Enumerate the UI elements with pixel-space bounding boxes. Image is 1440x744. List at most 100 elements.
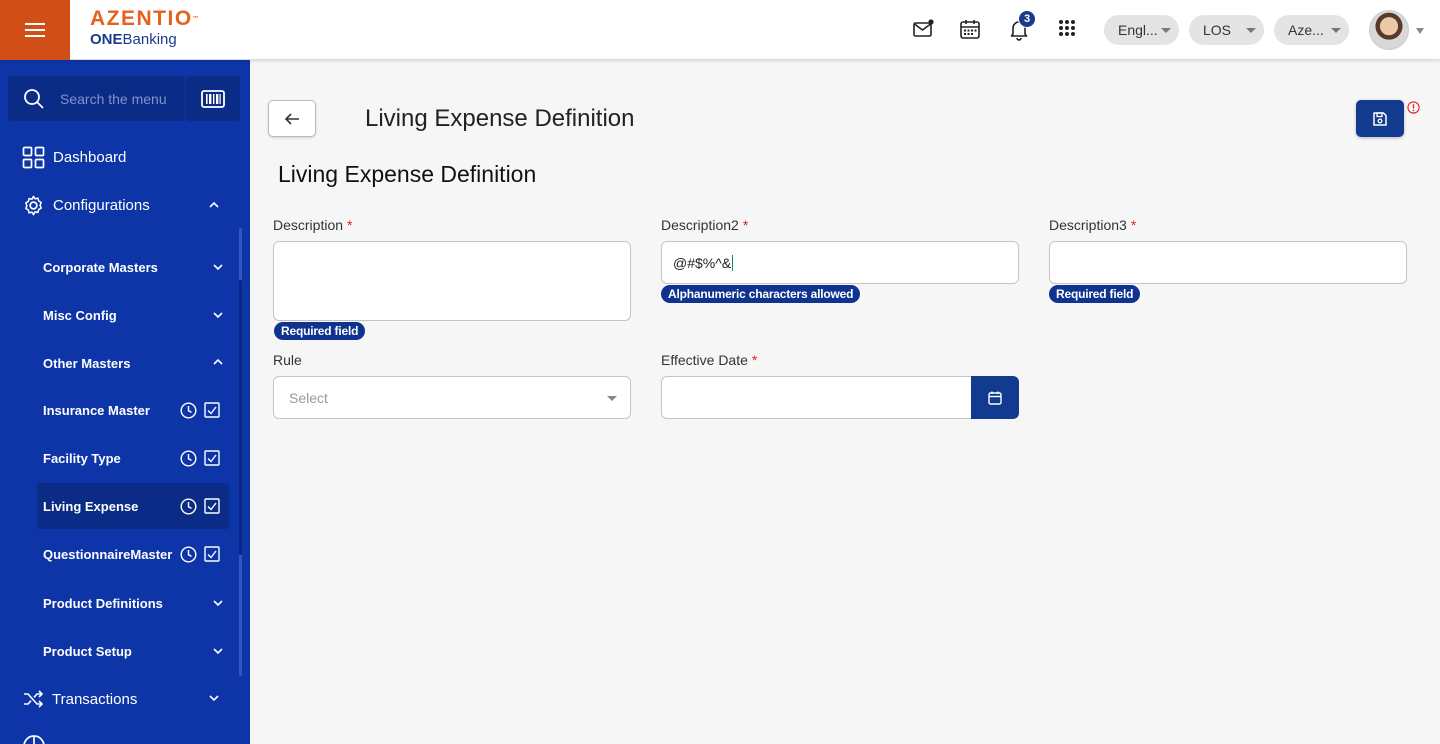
sidebar-item-other-masters[interactable]: Other Masters [43,356,130,371]
language-select[interactable]: Engl... [1104,15,1179,45]
brand-product-rest: Banking [122,31,177,48]
sidebar-item-living-expense[interactable]: Living Expense [43,499,138,514]
search-placeholder: Search the menu [60,90,167,107]
description2-input[interactable]: @#$%^& [661,241,1019,284]
sidebar-item-facility-type[interactable]: Facility Type [43,451,121,466]
description2-value: @#$%^& [673,254,732,271]
rule-label: Rule [273,352,302,368]
arrow-left-icon [284,112,299,125]
description-textarea[interactable] [273,241,631,321]
user-avatar[interactable] [1369,10,1409,50]
facility-type-actions [180,450,220,467]
description3-error-chip: Required field [1049,285,1141,303]
dashboard-icon [22,146,45,168]
floppy-disk-icon [1373,111,1387,126]
sidebar-item-product-setup[interactable]: Product Setup [43,644,132,659]
sidebar-item-dashboard[interactable]: Dashboard [22,144,126,170]
text-cursor [732,254,734,271]
calendar-icon [988,391,1002,405]
rule-placeholder: Select [289,390,328,406]
insurance-master-actions [180,402,220,419]
questionnaire-master-actions [180,546,220,563]
description3-label-text: Description3 [1049,217,1127,233]
checkbox-checked-icon[interactable] [204,546,220,562]
sidebar-item-corporate-masters[interactable]: Corporate Masters [43,260,158,275]
description3-label: Description3 * [1049,217,1136,233]
barcode-scan-button[interactable] [186,76,240,121]
description-error-chip: Required field [274,322,366,340]
notification-count-badge: 3 [1018,10,1036,28]
clock-icon[interactable] [180,402,197,419]
description2-error-chip: Alphanumeric characters allowed [661,285,861,303]
rule-select[interactable]: Select [273,376,631,419]
brand-product-bold: ONE [90,31,123,48]
chevron-up-icon[interactable] [213,357,223,367]
chevron-down-icon [1246,28,1256,33]
chevron-down-icon[interactable] [213,646,223,656]
mail-icon[interactable] [910,16,936,42]
transactions-label: Transactions [52,690,138,708]
module-select[interactable]: LOS [1189,15,1264,45]
brand-tm: ™ [192,16,199,22]
required-asterisk: * [742,217,749,233]
menu-search-input[interactable]: Search the menu [8,76,185,121]
required-asterisk: * [347,217,353,233]
checkbox-checked-icon[interactable] [204,450,220,466]
chevron-down-icon [607,396,617,401]
gear-icon [25,195,42,215]
sidebar: Search the menu Dashboard Configurations… [0,60,250,744]
clock-icon[interactable] [180,546,197,563]
effective-date-label-text: Effective Date [661,352,748,368]
apps-grid-icon[interactable] [1054,16,1080,42]
dashboard-label: Dashboard [53,148,127,166]
barcode-icon [201,89,225,108]
description3-input[interactable] [1049,241,1407,284]
reports-icon[interactable] [22,734,46,744]
entity-value: Aze... [1288,22,1324,38]
living-expense-actions [180,498,220,515]
sidebar-item-transactions[interactable]: Transactions [22,686,137,712]
sidebar-item-questionnaire-master[interactable]: QuestionnaireMaster [43,547,172,562]
chevron-down-icon[interactable] [209,693,219,703]
entity-select[interactable]: Aze... [1274,15,1349,45]
description-label: Description * [273,217,352,233]
chevron-down-icon[interactable] [213,262,223,272]
clock-icon[interactable] [180,450,197,467]
checkbox-checked-icon[interactable] [204,402,220,418]
effective-date-label: Effective Date * [661,352,757,368]
error-alert-icon [1407,101,1420,114]
brand-logo: AZENTIO™ ONEBanking [90,8,199,49]
effective-date-input[interactable] [661,376,973,419]
hamburger-menu-button[interactable] [0,0,70,60]
description2-label-text: Description2 [661,217,739,233]
chevron-down-icon [1161,28,1171,33]
clock-icon[interactable] [180,498,197,515]
user-menu-caret-icon[interactable] [1416,28,1424,34]
chevron-up-icon[interactable] [209,200,219,210]
chevron-down-icon[interactable] [213,310,223,320]
date-picker-button[interactable] [971,376,1019,419]
description2-label: Description2 * [661,217,748,233]
required-asterisk: * [751,352,758,368]
description-label-text: Description [273,217,344,233]
calendar-icon[interactable] [957,16,983,42]
rule-label-text: Rule [273,352,302,368]
sidebar-item-insurance-master[interactable]: Insurance Master [43,403,150,418]
required-asterisk: * [1130,217,1137,233]
top-header: AZENTIO™ ONEBanking 3 Engl... LOS Aze... [0,0,1440,60]
sidebar-item-misc-config[interactable]: Misc Config [43,308,117,323]
sidebar-scrollbar-thumb[interactable] [239,280,242,555]
brand-name: AZENTIO [90,7,193,30]
back-button[interactable] [268,100,316,137]
menu-icon [25,21,45,39]
section-title: Living Expense Definition [278,161,537,187]
sidebar-item-product-definitions[interactable]: Product Definitions [43,596,163,611]
chevron-down-icon[interactable] [213,598,223,608]
sidebar-item-configurations[interactable]: Configurations [22,192,150,218]
module-value: LOS [1203,22,1232,38]
shuffle-icon [24,690,44,708]
language-value: Engl... [1118,22,1158,38]
checkbox-checked-icon[interactable] [204,498,220,514]
page-title: Living Expense Definition [365,105,635,132]
save-button[interactable] [1356,100,1404,137]
